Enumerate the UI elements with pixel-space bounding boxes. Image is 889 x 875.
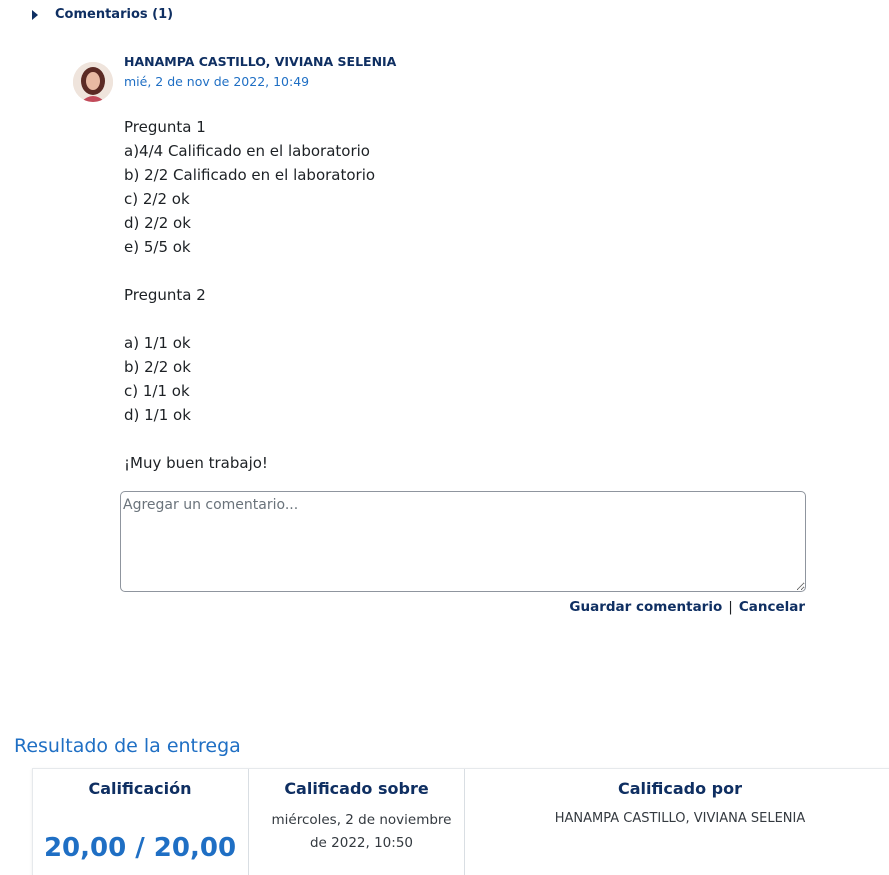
grade-header: Calificación bbox=[88, 779, 192, 798]
comment-body: Pregunta 1 a)4/4 Calificado en el labora… bbox=[124, 118, 376, 472]
avatar bbox=[73, 62, 113, 102]
caret-right-icon bbox=[32, 9, 38, 20]
section-title: Resultado de la entrega bbox=[14, 735, 241, 757]
comments-toggle-label: Comentarios (1) bbox=[55, 7, 174, 22]
graded-on-value: miércoles, 2 de noviembre de 2022, 10:50 bbox=[271, 812, 452, 851]
graded-by-header: Calificado por bbox=[618, 779, 742, 798]
comment-author[interactable]: HANAMPA CASTILLO, VIVIANA SELENIA bbox=[124, 54, 396, 69]
grade-value: 20,00 / 20,00 bbox=[43, 833, 237, 863]
comments-toggle[interactable]: Comentarios (1) bbox=[32, 7, 173, 22]
graded-on-header: Calificado sobre bbox=[284, 779, 429, 798]
comment-input[interactable] bbox=[120, 491, 806, 592]
graded-on-column: Calificado sobre miércoles, 2 de noviemb… bbox=[248, 769, 464, 875]
result-card: Calificación 20,00 / 20,00 Calificado so… bbox=[32, 768, 889, 875]
save-comment-button[interactable]: Guardar comentario bbox=[569, 599, 722, 615]
cancel-button[interactable]: Cancelar bbox=[739, 599, 805, 615]
graded-by-value: HANAMPA CASTILLO, VIVIANA SELENIA bbox=[554, 811, 806, 826]
actions-separator: | bbox=[728, 599, 733, 615]
comment-actions: Guardar comentario | Cancelar bbox=[569, 599, 805, 615]
comment-date: mié, 2 de nov de 2022, 10:49 bbox=[124, 74, 310, 89]
graded-by-column: Calificado por HANAMPA CASTILLO, VIVIANA… bbox=[464, 769, 889, 875]
grade-column: Calificación 20,00 / 20,00 bbox=[33, 769, 247, 875]
